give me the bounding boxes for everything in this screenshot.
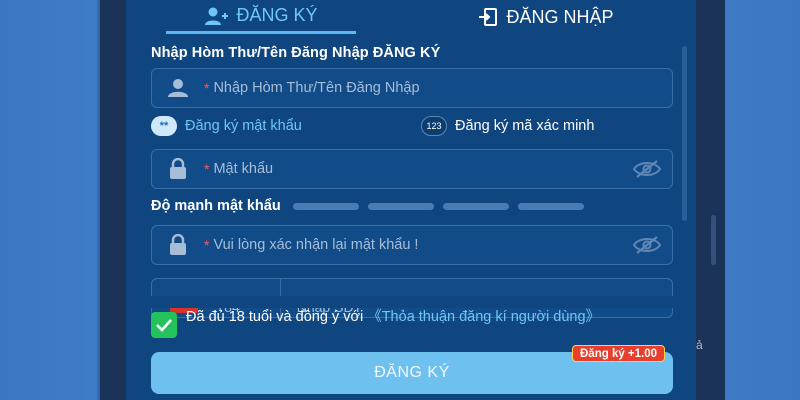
- option-code-label: Đăng ký mã xác minh: [455, 118, 595, 134]
- option-code-register[interactable]: 123 Đăng ký mã xác minh: [421, 116, 594, 136]
- eye-slash-icon[interactable]: [622, 235, 672, 255]
- option-password-register[interactable]: ** Đăng ký mật khẩu: [151, 116, 302, 136]
- username-placeholder: Nhập Hòm Thư/Tên Đăng Nhập: [213, 80, 420, 96]
- required-mark: *: [204, 237, 210, 253]
- add-user-icon: [204, 6, 229, 26]
- tab-login[interactable]: ĐĂNG NHẬP: [466, 0, 626, 34]
- numeric-code-icon: 123: [421, 116, 447, 136]
- scroll-clip-mask: [126, 296, 696, 308]
- password-placeholder: Mật khẩu: [213, 161, 274, 177]
- strength-segment: [442, 202, 509, 210]
- required-mark: *: [204, 80, 210, 96]
- tab-register[interactable]: ĐĂNG KÝ: [166, 0, 356, 34]
- form-heading: Nhập Hòm Thư/Tên Đăng Nhập ĐĂNG KÝ: [151, 45, 441, 61]
- register-dialog: ĐĂNG KÝ ĐĂNG NHẬP Nhập Hòm Thư/Tên Đăng …: [126, 0, 696, 400]
- side-scrollbar[interactable]: [711, 215, 716, 265]
- password-field[interactable]: * Mật khẩu: [151, 149, 673, 189]
- tab-register-label: ĐĂNG KÝ: [236, 5, 318, 25]
- auth-tabs: ĐĂNG KÝ ĐĂNG NHẬP: [126, 0, 696, 34]
- required-mark: *: [204, 161, 210, 177]
- confirm-password-field[interactable]: * Vui lòng xác nhận lại mật khẩu !: [151, 225, 673, 265]
- confirm-placeholder: Vui lòng xác nhận lại mật khẩu !: [213, 237, 419, 253]
- strength-segment: [367, 202, 434, 210]
- left-side-panel: [100, 0, 126, 400]
- password-dots-icon: **: [151, 116, 177, 136]
- strength-segment: [292, 202, 359, 210]
- register-method-options: ** Đăng ký mật khẩu 123 Đăng ký mã xác m…: [151, 116, 673, 140]
- password-strength: Độ mạnh mật khẩu: [151, 198, 593, 214]
- eye-slash-icon[interactable]: [622, 159, 672, 179]
- strength-label: Độ mạnh mật khẩu: [151, 198, 281, 214]
- user-icon: [152, 78, 204, 98]
- username-field[interactable]: * Nhập Hòm Thư/Tên Đăng Nhập: [151, 68, 673, 108]
- lock-icon: [152, 234, 204, 256]
- tab-login-label: ĐĂNG NHẬP: [506, 6, 614, 27]
- lock-icon: [152, 158, 204, 180]
- option-password-label: Đăng ký mật khẩu: [185, 118, 302, 134]
- peek-text-right: ả: [696, 338, 703, 352]
- login-door-icon: [478, 7, 498, 27]
- form-scrollbar[interactable]: [682, 46, 687, 221]
- strength-segment: [517, 202, 584, 210]
